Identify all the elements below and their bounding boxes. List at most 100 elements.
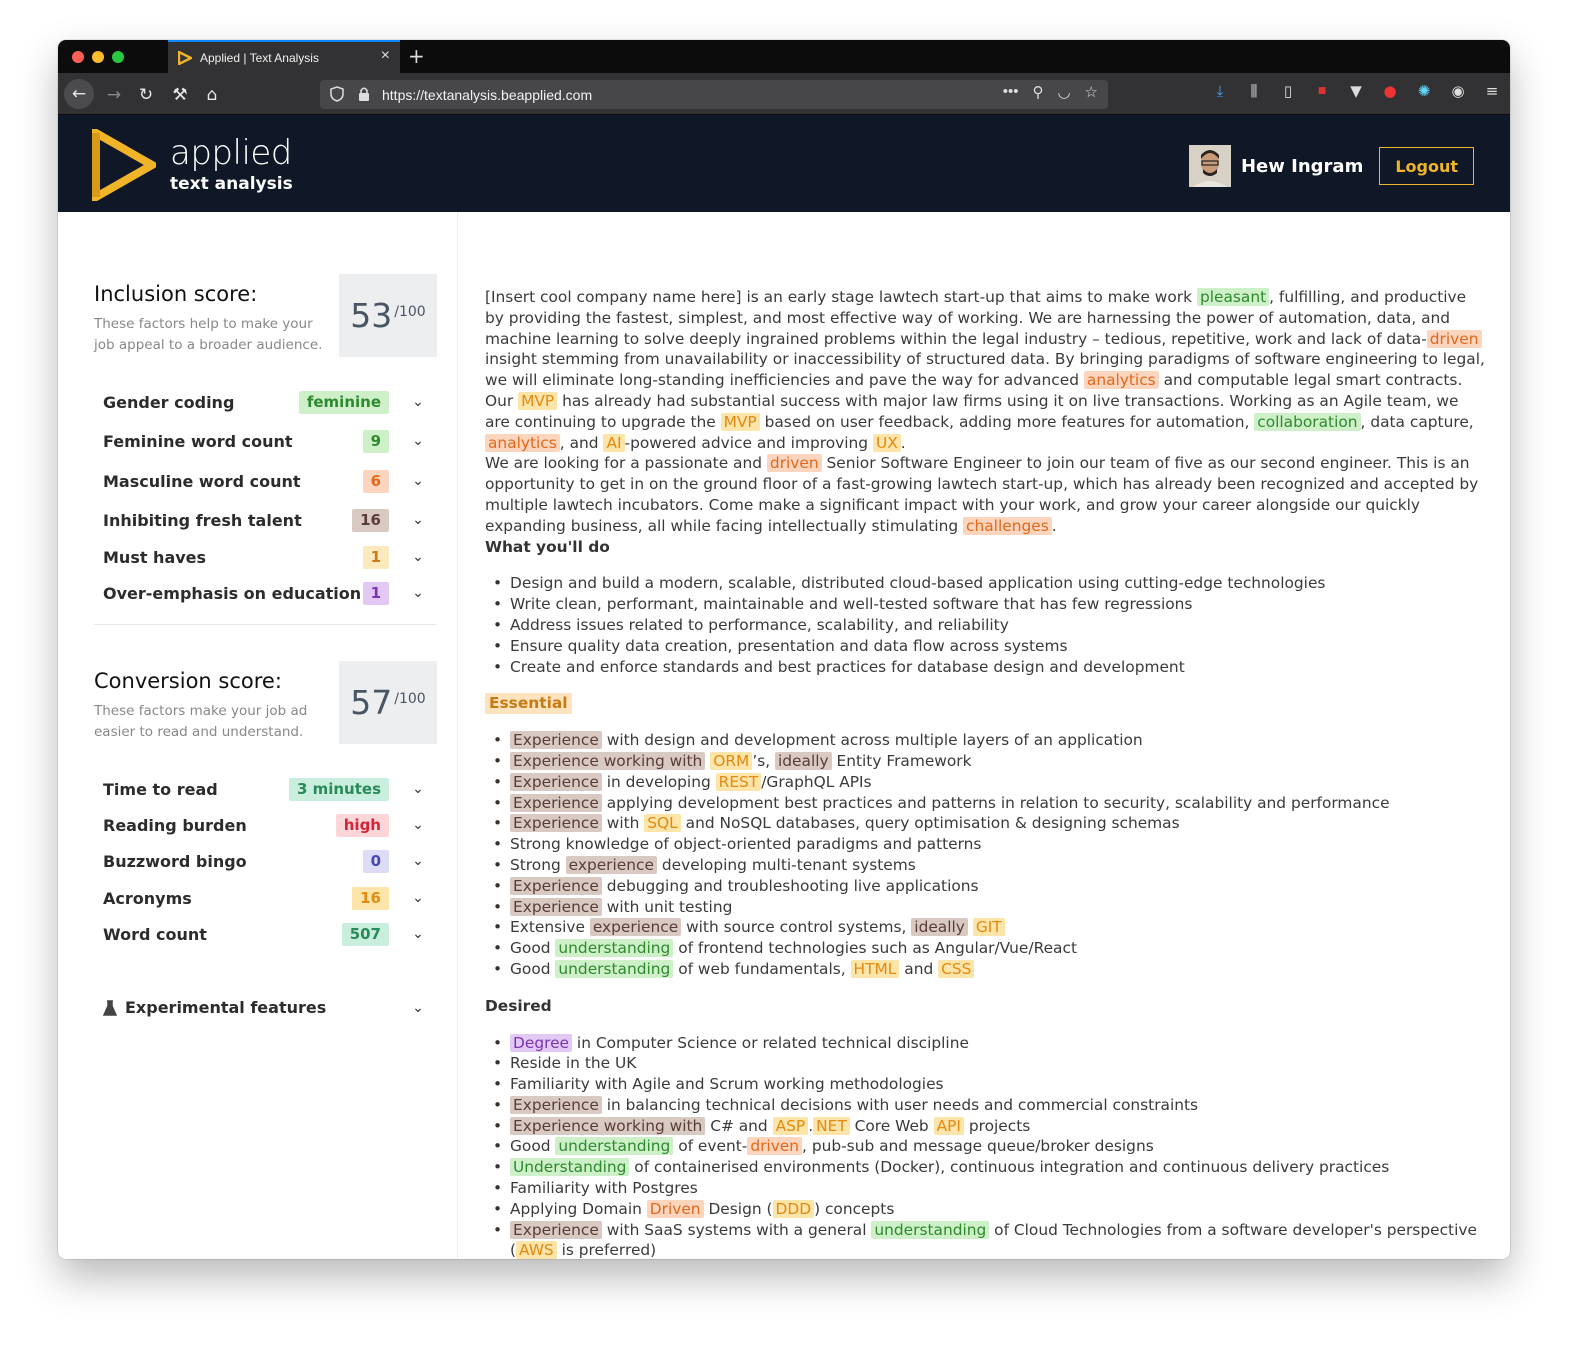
metric-feminine-word-count[interactable]: Feminine word count 9 ⌄ <box>103 428 433 454</box>
extension-red-icon[interactable]: ■ <box>1312 86 1332 96</box>
navigation-bar: ← → ↻ ⚒ ⌂ https://textanalysis.beapplied… <box>58 73 1510 115</box>
logo-subtitle: text analysis <box>170 174 293 194</box>
metric-reading-burden[interactable]: Reading burden high ⌄ <box>103 812 433 838</box>
highlighted-word: Experience <box>510 772 602 791</box>
avatar[interactable] <box>1188 145 1231 187</box>
lightbulb-icon[interactable]: ⚲ <box>1032 83 1043 101</box>
url-text[interactable]: https://textanalysis.beapplied.com <box>382 87 592 103</box>
highlighted-word: understanding <box>871 1220 990 1239</box>
close-tab-icon[interactable]: × <box>381 47 390 65</box>
chevron-down-icon[interactable]: ⌄ <box>403 926 433 942</box>
highlighted-word: ASP <box>772 1116 809 1135</box>
list-item: Experience in developing REST/GraphQL AP… <box>485 772 1485 793</box>
pocket-icon[interactable]: ◡ <box>1057 83 1070 101</box>
applied-logo[interactable]: applied text analysis <box>92 129 293 201</box>
react-devtools-icon[interactable]: ✺ <box>1414 82 1434 100</box>
metric-label: Over-emphasis on education <box>103 583 362 603</box>
conversion-score-title: Conversion score <box>94 669 275 693</box>
inclusion-score-block: Inclusion score: These factors help to m… <box>94 274 437 357</box>
metric-label: Buzzword bingo <box>103 851 247 871</box>
highlighted-word: driven <box>1426 329 1482 348</box>
list-item: Experience with design and development a… <box>485 730 1485 751</box>
highlighted-word: Experience <box>510 793 602 812</box>
metric-label: Acronyms <box>103 888 192 908</box>
highlighted-word: Understanding <box>510 1158 630 1177</box>
chevron-down-icon[interactable]: ⌄ <box>403 781 433 797</box>
metric-word-count[interactable]: Word count 507 ⌄ <box>103 921 433 947</box>
text-segment: Ensure quality data creation, presentati… <box>510 636 1068 655</box>
text-segment: with SaaS systems with a general <box>601 1220 872 1239</box>
list-item: Degree in Computer Science or related te… <box>485 1033 1485 1054</box>
menu-icon[interactable]: ≡ <box>1482 82 1502 100</box>
chevron-down-icon[interactable]: ⌄ <box>403 473 433 489</box>
bookmark-star-icon[interactable]: ☆ <box>1085 83 1098 101</box>
chevron-down-icon[interactable]: ⌄ <box>403 1000 433 1016</box>
metric-inhibiting-fresh-talent[interactable]: Inhibiting fresh talent 16 ⌄ <box>103 507 433 533</box>
account-icon[interactable]: ◉ <box>1448 82 1468 100</box>
download-icon[interactable]: ⤓ <box>1210 82 1230 100</box>
highlighted-word: Experience <box>510 897 602 916</box>
metric-acronyms[interactable]: Acronyms 16 ⌄ <box>103 885 433 911</box>
highlighted-word: analytics <box>485 433 560 452</box>
highlighted-word: Experience <box>510 731 602 750</box>
chevron-down-icon[interactable]: ⌄ <box>403 394 433 410</box>
list-item: Address issues related to performance, s… <box>485 615 1485 636</box>
chevron-down-icon[interactable]: ⌄ <box>403 549 433 565</box>
chevron-down-icon[interactable]: ⌄ <box>403 853 433 869</box>
list-item: Familiarity with Agile and Scrum working… <box>485 1074 1485 1095</box>
metric-gender-coding[interactable]: Gender coding feminine ⌄ <box>103 389 433 415</box>
logout-button[interactable]: Logout <box>1379 147 1474 185</box>
inclusion-score-denominator: /100 <box>394 303 426 320</box>
new-tab-icon[interactable]: + <box>408 44 425 68</box>
list-item: Experience debugging and troubleshooting… <box>485 876 1485 897</box>
list-item: Ensure quality data creation, presentati… <box>485 636 1485 657</box>
home-icon[interactable]: ⌂ <box>198 81 226 109</box>
forward-arrow-icon[interactable]: → <box>100 81 128 109</box>
vue-extension-icon[interactable]: ▼ <box>1346 82 1366 100</box>
chevron-down-icon[interactable]: ⌄ <box>403 433 433 449</box>
shield-icon[interactable] <box>330 86 344 102</box>
sidebar-icon[interactable]: ▯ <box>1278 82 1298 100</box>
list-item: Familiarity with Postgres <box>485 1178 1485 1199</box>
text-segment: developing multi-tenant systems <box>656 855 916 874</box>
text-segment: Design and build a modern, scalable, dis… <box>510 574 1326 593</box>
chevron-down-icon[interactable]: ⌄ <box>403 512 433 528</box>
highlighted-word: analytics <box>1083 371 1159 390</box>
reload-icon[interactable]: ↻ <box>132 81 160 109</box>
metric-must-haves[interactable]: Must haves 1 ⌄ <box>103 544 433 570</box>
lock-icon[interactable] <box>358 86 370 102</box>
text-segment: and <box>899 959 939 978</box>
text-segment: with unit testing <box>601 897 733 916</box>
highlighted-word: pleasant <box>1196 288 1270 306</box>
applied-logo-icon <box>92 129 156 201</box>
text-segment: Create and enforce standards and best pr… <box>510 657 1185 676</box>
maximize-window-button[interactable] <box>112 51 124 63</box>
close-window-button[interactable] <box>72 51 84 63</box>
wrench-icon[interactable]: ⚒ <box>166 81 194 109</box>
adblock-icon[interactable]: ● <box>1380 82 1400 100</box>
text-segment: Strong knowledge of object-oriented para… <box>510 835 982 854</box>
library-icon[interactable]: ⫼ <box>1244 82 1264 100</box>
minimize-window-button[interactable] <box>92 51 104 63</box>
url-bar[interactable]: https://textanalysis.beapplied.com ••• ⚲… <box>320 80 1108 109</box>
chevron-down-icon[interactable]: ⌄ <box>403 890 433 906</box>
chevron-down-icon[interactable]: ⌄ <box>403 585 433 601</box>
text-segment: [Insert cool company name here] is an ea… <box>485 288 1197 306</box>
text-segment: Core Web <box>849 1116 934 1135</box>
metric-buzzword-bingo[interactable]: Buzzword bingo 0 ⌄ <box>103 848 433 874</box>
metric-time-to-read[interactable]: Time to read 3 minutes ⌄ <box>103 776 433 802</box>
experimental-features-toggle[interactable]: Experimental features ⌄ <box>103 998 433 1017</box>
list-item: Extensive experience with source control… <box>485 917 1485 938</box>
text-segment: , pub-sub and message queue/broker desig… <box>802 1137 1154 1156</box>
metric-masculine-word-count[interactable]: Masculine word count 6 ⌄ <box>103 468 433 494</box>
conversion-score-block: Conversion score: These factors make you… <box>94 661 437 744</box>
more-actions-icon[interactable]: ••• <box>1003 83 1019 101</box>
back-arrow-icon[interactable]: ← <box>64 79 94 109</box>
logo-wordmark: applied <box>170 133 292 173</box>
job-ad-text[interactable]: [Insert cool company name here] is an ea… <box>485 287 1485 1259</box>
chevron-down-icon[interactable]: ⌄ <box>403 817 433 833</box>
list-item: Understanding of containerised environme… <box>485 1157 1485 1178</box>
metric-over-emphasis-education[interactable]: Over-emphasis on education 1 ⌄ <box>103 580 433 606</box>
highlighted-word: UX <box>872 433 901 452</box>
browser-tab[interactable]: Applied | Text Analysis × <box>168 40 400 73</box>
